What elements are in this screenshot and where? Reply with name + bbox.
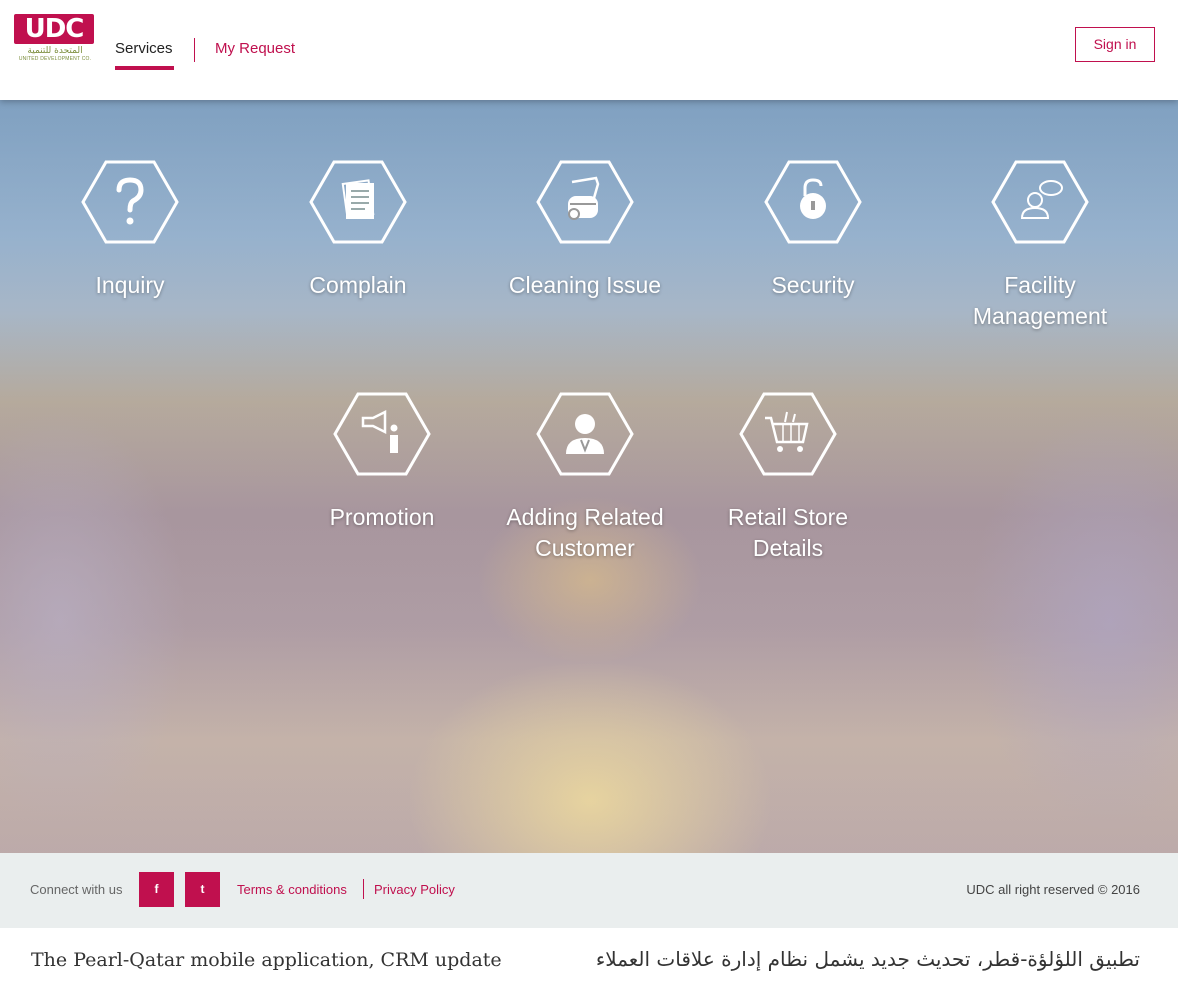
logo-english-text: UNITED DEVELOPMENT CO. xyxy=(18,56,92,62)
service-tile-adding-related-customer[interactable]: Adding Related Customer xyxy=(485,392,685,564)
caption-english: The Pearl-Qatar mobile application, CRM … xyxy=(31,949,502,971)
terms-link[interactable]: Terms & conditions xyxy=(237,882,347,897)
privacy-link[interactable]: Privacy Policy xyxy=(374,882,455,897)
padlock-icon xyxy=(764,160,862,244)
shopping-cart-icon xyxy=(739,392,837,476)
logo-mark: UDC xyxy=(14,14,94,44)
customer-icon xyxy=(536,392,634,476)
service-tile-inquiry[interactable]: Inquiry xyxy=(30,160,230,301)
service-tile-retail-store-details[interactable]: Retail Store Details xyxy=(688,392,888,564)
service-tile-security[interactable]: Security xyxy=(713,160,913,301)
question-icon xyxy=(81,160,179,244)
service-label: Inquiry xyxy=(95,272,165,298)
service-label: Promotion xyxy=(329,504,435,530)
udc-logo[interactable]: UDC المتحدة للتنمية UNITED DEVELOPMENT C… xyxy=(14,14,96,72)
service-tile-complain[interactable]: Complain xyxy=(258,160,458,301)
service-label: Cleaning Issue xyxy=(508,272,662,298)
nav-tab-services[interactable]: Services xyxy=(115,40,173,57)
service-tile-facility-management[interactable]: Facility Management xyxy=(940,160,1140,332)
service-label: Retail Store Details xyxy=(727,504,849,561)
copyright-text: UDC all right reserved © 2016 xyxy=(966,882,1140,897)
service-tile-cleaning-issue[interactable]: Cleaning Issue xyxy=(485,160,685,301)
facebook-icon[interactable]: f xyxy=(139,872,174,907)
services-hero: Inquiry Complain Cleaning Issue Security… xyxy=(0,100,1178,853)
active-tab-indicator xyxy=(115,66,174,70)
service-label: Complain xyxy=(309,272,407,298)
caption-arabic: تطبيق اللؤلؤة-قطر، تحديث جديد يشمل نظام … xyxy=(595,947,1140,971)
top-navbar: UDC المتحدة للتنمية UNITED DEVELOPMENT C… xyxy=(0,0,1178,100)
sign-in-button[interactable]: Sign in xyxy=(1075,27,1155,62)
service-label: Adding Related Customer xyxy=(506,504,664,561)
twitter-icon[interactable]: t xyxy=(185,872,220,907)
nav-tab-my-request[interactable]: My Request xyxy=(215,40,295,57)
vacuum-cleaner-icon xyxy=(536,160,634,244)
service-label: Facility Management xyxy=(972,272,1108,329)
footer: Connect with us f t Terms & conditions P… xyxy=(0,853,1178,928)
support-agent-icon xyxy=(991,160,1089,244)
footer-divider xyxy=(363,879,364,899)
megaphone-icon xyxy=(333,392,431,476)
nav-divider xyxy=(194,38,195,62)
connect-label: Connect with us xyxy=(30,882,123,897)
service-label: Security xyxy=(771,272,855,298)
service-tile-promotion[interactable]: Promotion xyxy=(282,392,482,533)
documents-icon xyxy=(309,160,407,244)
logo-arabic-text: المتحدة للتنمية xyxy=(27,46,83,56)
